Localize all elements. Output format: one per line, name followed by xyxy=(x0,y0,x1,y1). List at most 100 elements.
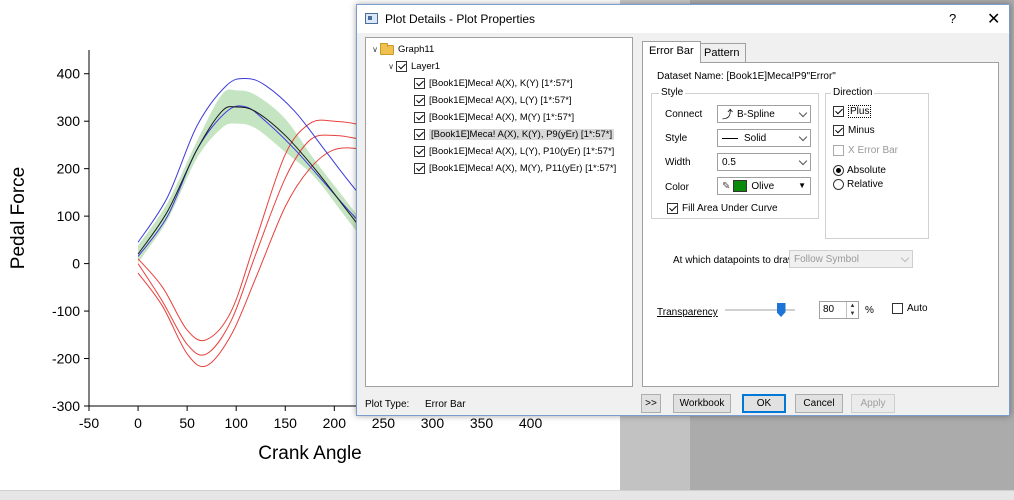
width-label: Width xyxy=(665,157,691,168)
y-tick-label: -100 xyxy=(52,303,80,319)
tab-pattern[interactable]: Pattern xyxy=(697,43,747,63)
minus-label: Minus xyxy=(848,125,875,136)
error-bar-panel: Dataset Name: [Book1E]Meca!P9"Error" Sty… xyxy=(642,62,999,387)
dialog-titlebar[interactable]: Plot Details - Plot Properties ? ✕ xyxy=(357,5,1009,33)
chevron-down-icon xyxy=(900,253,910,263)
transparency-unit: % xyxy=(865,305,874,316)
workbook-button[interactable]: Workbook xyxy=(673,394,731,413)
x-tick-label: -50 xyxy=(79,415,99,431)
auto-option[interactable]: Auto xyxy=(892,303,928,314)
dataset-name: Dataset Name: [Book1E]Meca!P9"Error" xyxy=(657,71,836,82)
x-error-bar-label: X Error Bar xyxy=(848,145,899,156)
relative-option[interactable]: Relative xyxy=(833,179,883,190)
transparency-spinbox[interactable]: 80 ▲ ▼ xyxy=(819,301,859,319)
x-tick-label: 150 xyxy=(274,415,298,431)
plot-tree[interactable]: ∨ Graph11 ∨ Layer1 [Book1E]Meca! A(X), K… xyxy=(365,37,633,387)
tree-item-plot[interactable]: [Book1E]Meca! A(X), L(Y) [1*:57*] xyxy=(414,93,572,108)
color-value: Olive xyxy=(751,180,775,192)
expand-button[interactable]: >> xyxy=(641,394,661,413)
minus-option[interactable]: Minus xyxy=(833,125,875,136)
datapoints-value: Follow Symbol xyxy=(794,253,860,265)
folder-icon xyxy=(380,42,394,55)
plot-details-dialog: Plot Details - Plot Properties ? ✕ ∨ Gra… xyxy=(356,4,1010,416)
pencil-icon: ✎ xyxy=(722,180,731,192)
tree-item-plot[interactable]: [Book1E]Meca! A(X), L(Y), P10(yEr) [1*:5… xyxy=(414,144,614,159)
auto-checkbox[interactable] xyxy=(892,303,903,314)
cancel-button[interactable]: Cancel xyxy=(795,394,843,413)
fill-area-label: Fill Area Under Curve xyxy=(682,203,778,214)
chevron-down-icon xyxy=(798,132,808,142)
plus-checkbox[interactable] xyxy=(833,106,844,117)
y-tick-label: -300 xyxy=(52,398,80,414)
x-tick-label: 400 xyxy=(519,415,543,431)
datapoints-dropdown: Follow Symbol xyxy=(789,250,913,268)
tree-item-plot[interactable]: [Book1E]Meca! A(X), K(Y) [1*:57*] xyxy=(414,76,573,91)
spin-buttons[interactable]: ▲ ▼ xyxy=(846,302,858,318)
plot-checkbox[interactable] xyxy=(414,146,425,157)
color-swatch xyxy=(733,180,748,192)
color-dropdown[interactable]: ✎ Olive ▼ xyxy=(717,177,811,195)
style-value: Solid xyxy=(744,132,767,144)
x-tick-label: 100 xyxy=(225,415,249,431)
chevron-down-icon xyxy=(798,108,808,118)
tree-item-plot[interactable]: [Book1E]Meca! A(X), M(Y) [1*:57*] xyxy=(414,110,574,125)
spline-icon: ⤴ xyxy=(722,109,733,121)
plot-checkbox[interactable] xyxy=(414,78,425,89)
width-dropdown[interactable]: 0.5 xyxy=(717,153,811,171)
transparency-value: 80 xyxy=(823,304,835,315)
plot-checkbox[interactable] xyxy=(414,129,425,140)
dialog-title: Plot Details - Plot Properties xyxy=(385,12,536,26)
tree-item-label: [Book1E]Meca! A(X), K(Y) [1*:57*] xyxy=(429,78,573,89)
tree-node-layer[interactable]: ∨ Layer1 xyxy=(386,59,440,74)
close-button[interactable]: ✕ xyxy=(987,9,1000,29)
connect-value: B-Spline xyxy=(737,108,775,120)
plot-type-value: Error Bar xyxy=(425,399,466,410)
y-tick-label: 200 xyxy=(57,161,81,177)
status-bar xyxy=(0,490,1014,500)
ok-button[interactable]: OK xyxy=(742,394,786,413)
plot-checkbox[interactable] xyxy=(414,163,425,174)
auto-label: Auto xyxy=(907,303,928,314)
spin-down-icon[interactable]: ▼ xyxy=(847,310,858,318)
plot-checkbox[interactable] xyxy=(414,95,425,106)
plus-label: Plus xyxy=(848,105,872,118)
app-icon xyxy=(365,13,378,24)
layer-checkbox[interactable] xyxy=(396,61,407,72)
y-axis-label: Pedal Force xyxy=(8,167,29,269)
y-tick-label: 300 xyxy=(57,113,81,129)
chevron-down-icon[interactable]: ∨ xyxy=(386,62,396,71)
style-label: Style xyxy=(665,133,688,144)
tree-item-plot[interactable]: [Book1E]Meca! A(X), M(Y), P11(yEr) [1*:5… xyxy=(414,161,616,176)
chevron-down-icon[interactable]: ∨ xyxy=(370,45,380,54)
absolute-option[interactable]: Absolute xyxy=(833,165,886,176)
style-group-legend: Style xyxy=(659,87,686,98)
plot-checkbox[interactable] xyxy=(414,112,425,123)
fill-area-checkbox[interactable] xyxy=(667,203,678,214)
connect-dropdown[interactable]: ⤴ B-Spline xyxy=(717,105,811,123)
x-error-bar-checkbox xyxy=(833,145,844,156)
style-dropdown[interactable]: Solid xyxy=(717,129,811,147)
x-error-bar-option: X Error Bar xyxy=(833,145,898,156)
x-tick-label: 200 xyxy=(323,415,347,431)
caret-down-icon: ▼ xyxy=(798,181,806,190)
tab-error-bar[interactable]: Error Bar xyxy=(642,41,701,63)
tree-item-plot-selected[interactable]: [Book1E]Meca! A(X), K(Y), P9(yEr) [1*:57… xyxy=(414,127,615,142)
x-tick-label: 50 xyxy=(179,415,195,431)
y-tick-label: 0 xyxy=(72,256,80,272)
chevron-down-icon xyxy=(798,156,808,166)
absolute-radio[interactable] xyxy=(833,165,844,176)
plus-option[interactable]: Plus xyxy=(833,105,872,118)
x-tick-label: 350 xyxy=(470,415,494,431)
relative-radio[interactable] xyxy=(833,179,844,190)
minus-checkbox[interactable] xyxy=(833,125,844,136)
x-axis-label: Crank Angle xyxy=(258,443,362,464)
spin-up-icon[interactable]: ▲ xyxy=(847,302,858,310)
fill-area-option[interactable]: Fill Area Under Curve xyxy=(667,203,778,214)
tree-item-label: [Book1E]Meca! A(X), L(Y) [1*:57*] xyxy=(429,95,572,106)
plot-type-label: Plot Type: xyxy=(365,399,410,410)
help-button[interactable]: ? xyxy=(949,11,956,26)
tree-item-label: [Book1E]Meca! A(X), L(Y), P10(yEr) [1*:5… xyxy=(429,146,615,157)
tree-node-graph[interactable]: ∨ Graph11 xyxy=(370,42,434,57)
x-tick-label: 0 xyxy=(134,415,142,431)
graph-window-edge xyxy=(620,415,690,500)
